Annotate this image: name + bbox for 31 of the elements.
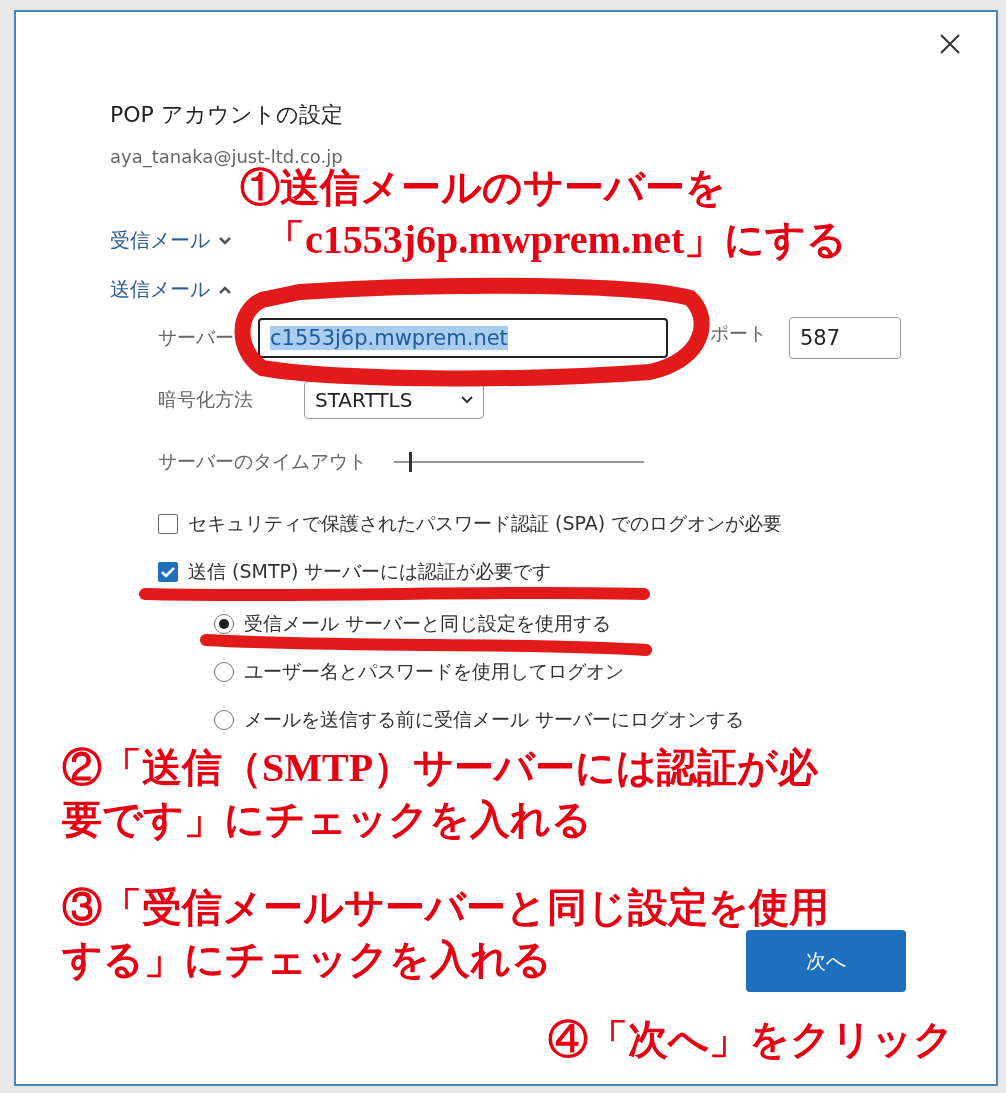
checkbox-label: 送信 (SMTP) サーバーには認証が必要です <box>188 559 552 584</box>
radio-label: 受信メール サーバーと同じ設定を使用する <box>244 611 612 636</box>
radio-label: ユーザー名とパスワードを使用してログオン <box>244 659 624 684</box>
annotation-text: する」にチェックを入れる <box>62 936 552 984</box>
radio-button[interactable] <box>214 710 234 730</box>
annotation-text: ③「受信メールサーバーと同じ設定を使用 <box>62 884 829 932</box>
checkbox-label: セキュリティで保護されたパスワード認証 (SPA) でのログオンが必要 <box>188 511 783 536</box>
annotation-text: ②「送信（SMTP）サーバーには認証が必 <box>62 744 819 792</box>
section-toggle[interactable]: 受信メール <box>110 227 232 254</box>
checkbox[interactable] <box>158 514 178 534</box>
annotation-text: ④「次へ」をクリック <box>548 1016 954 1064</box>
chevron-down-icon <box>461 396 473 404</box>
server-field[interactable]: c1553j6p.mwprem.net <box>258 318 668 358</box>
chevron-down-icon <box>218 235 232 246</box>
dialog-title: POP アカウントの設定 <box>110 101 344 129</box>
port-label: ポート <box>710 321 767 346</box>
chevron-up-icon <box>218 284 232 295</box>
radio-button[interactable] <box>214 614 234 634</box>
timeout-label: サーバーのタイムアウト <box>158 449 364 474</box>
radio-label: メールを送信する前に受信メール サーバーにログオンする <box>244 707 745 732</box>
radio-button[interactable] <box>214 662 234 682</box>
encryption-label: 暗号化方法 <box>158 387 254 412</box>
account-email: aya_tanaka@just-ltd.co.jp <box>110 146 344 167</box>
next-button[interactable]: 次へ <box>746 930 906 992</box>
annotation-text: 要です」にチェックを入れる <box>62 796 592 844</box>
checkbox[interactable] <box>158 562 178 582</box>
section-toggle[interactable]: 送信メール <box>110 276 232 303</box>
server-label: サーバー <box>158 325 235 350</box>
slider-thumb[interactable] <box>409 452 412 472</box>
annotation-text: 「c1553j6p.mwprem.net」にする <box>265 216 848 264</box>
port-field[interactable]: 587 <box>789 317 901 359</box>
